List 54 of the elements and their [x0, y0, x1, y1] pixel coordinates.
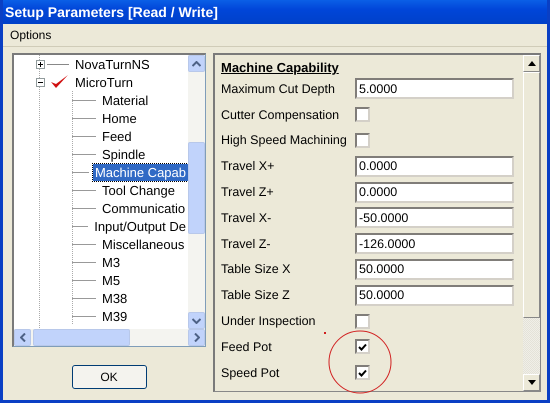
- tree-item[interactable]: Feed: [100, 128, 134, 144]
- tree-item[interactable]: M5: [100, 272, 122, 288]
- scrollbar[interactable]: [188, 55, 205, 329]
- tree-item[interactable]: M3: [100, 254, 122, 270]
- field-label: Travel X-: [221, 210, 272, 225]
- field-label: Feed Pot: [221, 340, 273, 354]
- tree-item[interactable]: Home: [100, 110, 139, 126]
- input-field[interactable]: 5.0000: [355, 78, 514, 100]
- check-icon: [358, 342, 367, 351]
- collapse-icon[interactable]: [36, 78, 45, 86]
- window-title: Setup Parameters [Read / Write]: [3, 0, 547, 24]
- field-label: Table Size X: [221, 262, 292, 276]
- checkbox[interactable]: [355, 339, 370, 354]
- field-label: Travel Z+: [221, 185, 275, 200]
- tree-item[interactable]: Miscellaneous: [100, 236, 186, 252]
- horizontal-scrollbar[interactable]: [14, 329, 205, 346]
- field-label: Table Size Z: [221, 288, 291, 302]
- input-field[interactable]: -50.0000: [355, 207, 514, 228]
- scroll-right-icon[interactable]: [188, 329, 205, 346]
- input-field[interactable]: 0.0000: [355, 182, 514, 203]
- tree-item[interactable]: Input/Output De: [92, 218, 188, 234]
- tree-item[interactable]: NovaTurnNS: [73, 56, 152, 72]
- field-label: Travel Z-: [221, 236, 272, 251]
- tree-item[interactable]: M38: [100, 290, 130, 306]
- checkbox[interactable]: [355, 132, 370, 148]
- input-field[interactable]: 50.0000: [355, 258, 514, 280]
- check-icon: [358, 368, 367, 377]
- tree-item[interactable]: Tool Change: [100, 182, 177, 198]
- field-label: High Speed Machining: [221, 133, 348, 148]
- expand-icon[interactable]: [36, 60, 45, 68]
- tree-item[interactable]: Spindle: [100, 146, 148, 162]
- field-label: Under Inspection: [221, 314, 317, 328]
- scroll-thumb[interactable]: [33, 329, 130, 346]
- tree-item[interactable]: MicroTurn: [73, 74, 136, 90]
- ok-button[interactable]: OK: [72, 365, 146, 389]
- field-label: Travel X+: [221, 159, 276, 174]
- menu-item[interactable]: Options: [10, 28, 52, 42]
- field-label: Speed Pot: [221, 366, 280, 380]
- input-field[interactable]: -126.0000: [355, 233, 514, 254]
- tree-item[interactable]: M39: [100, 308, 130, 324]
- tree-item[interactable]: Machine Capab: [92, 164, 188, 180]
- tree-item[interactable]: Communicatio: [100, 200, 188, 216]
- checkbox[interactable]: [355, 365, 370, 380]
- input-field[interactable]: 0.0000: [355, 156, 514, 177]
- section-heading: Machine Capability: [221, 59, 340, 76]
- field-label: Cutter Compensation: [221, 108, 340, 122]
- checkbox[interactable]: [355, 314, 370, 329]
- scroll-thumb[interactable]: [188, 142, 205, 234]
- input-field[interactable]: 50.0000: [355, 284, 514, 306]
- annotation-circle: [328, 330, 392, 394]
- scroll-left-icon[interactable]: [14, 329, 31, 346]
- field-label: Maximum Cut Depth: [221, 82, 336, 96]
- tree-item[interactable]: Material: [100, 92, 150, 108]
- checkbox[interactable]: [355, 107, 370, 122]
